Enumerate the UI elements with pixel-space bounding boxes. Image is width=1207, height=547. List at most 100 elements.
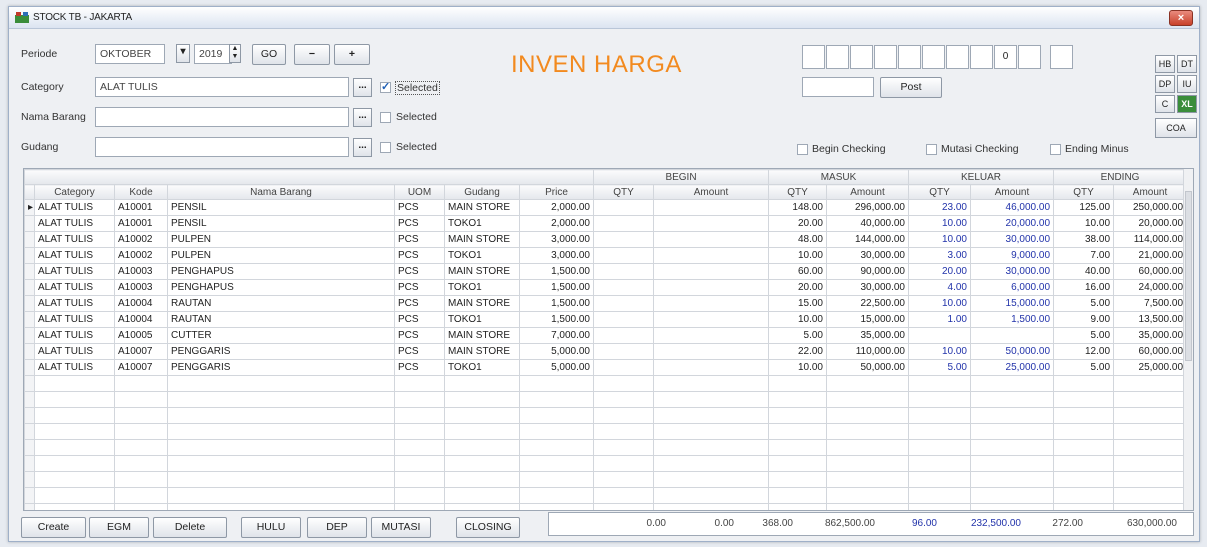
table-cell[interactable]: 60,000.00 <box>1113 263 1188 280</box>
entry-box[interactable] <box>922 45 945 69</box>
table-cell[interactable] <box>593 247 654 264</box>
table-cell[interactable] <box>653 247 769 264</box>
table-cell[interactable]: ALAT TULIS <box>34 247 115 264</box>
entry-box[interactable] <box>1018 45 1041 69</box>
table-cell[interactable]: 90,000.00 <box>826 263 909 280</box>
table-cell[interactable]: PCS <box>394 343 445 360</box>
hb-button[interactable]: HB <box>1155 55 1175 73</box>
table-cell[interactable]: ALAT TULIS <box>34 359 115 376</box>
column-header[interactable]: Amount <box>826 184 909 200</box>
table-cell[interactable]: 35,000.00 <box>1113 327 1188 344</box>
table-cell[interactable]: 10.00 <box>768 311 827 328</box>
table-cell[interactable]: MAIN STORE <box>444 231 520 248</box>
table-cell[interactable]: 10.00 <box>768 359 827 376</box>
table-cell[interactable]: A10003 <box>114 279 168 296</box>
table-cell[interactable]: PCS <box>394 263 445 280</box>
table-cell[interactable]: 7,000.00 <box>519 327 594 344</box>
table-cell[interactable]: A10007 <box>114 359 168 376</box>
selected-gudang-checkbox[interactable] <box>380 142 391 153</box>
table-cell[interactable]: PCS <box>394 359 445 376</box>
table-cell[interactable] <box>593 327 654 344</box>
table-cell[interactable]: PENSIL <box>167 199 395 216</box>
excel-icon[interactable]: XL <box>1177 95 1197 113</box>
table-cell[interactable] <box>593 359 654 376</box>
entry-box[interactable]: 0 <box>994 45 1017 69</box>
table-cell[interactable]: TOKO1 <box>444 215 520 232</box>
gudang-field[interactable] <box>95 137 349 157</box>
table-cell[interactable]: PENGGARIS <box>167 359 395 376</box>
table-cell[interactable]: 7,500.00 <box>1113 295 1188 312</box>
table-cell[interactable] <box>653 327 769 344</box>
column-header[interactable]: QTY <box>593 184 654 200</box>
table-cell[interactable] <box>653 215 769 232</box>
table-cell[interactable]: A10002 <box>114 247 168 264</box>
table-cell[interactable]: 30,000.00 <box>969 263 1055 280</box>
table-cell[interactable]: 296,000.00 <box>826 199 909 216</box>
table-cell[interactable]: 30,000.00 <box>826 279 909 296</box>
table-cell[interactable]: CUTTER <box>167 327 395 344</box>
table-row[interactable]: ALAT TULIS A10001 PENSIL PCS TOKO1 2,000.00 20… <box>24 215 1188 232</box>
table-cell[interactable]: 1,500.00 <box>519 311 594 328</box>
selected-category-checkbox[interactable] <box>380 80 391 93</box>
table-cell[interactable]: 1,500.00 <box>969 311 1055 328</box>
table-cell[interactable]: PCS <box>394 279 445 296</box>
mutasi-checking-checkbox[interactable] <box>926 144 937 155</box>
entry-box[interactable] <box>970 45 993 69</box>
table-cell[interactable]: TOKO1 <box>444 247 520 264</box>
gudang-browse-button[interactable]: ... <box>353 138 372 157</box>
table-cell[interactable]: 4.00 <box>908 279 971 296</box>
spinner-arrows-icon[interactable]: ▲ ▼ <box>229 44 241 63</box>
table-cell[interactable]: MAIN STORE <box>444 343 520 360</box>
table-cell[interactable] <box>593 199 654 216</box>
egm-button[interactable]: EGM <box>89 517 149 538</box>
table-cell[interactable]: 5.00 <box>908 359 971 376</box>
table-cell[interactable]: 30,000.00 <box>826 247 909 264</box>
table-row[interactable]: ALAT TULIS A10004 RAUTAN PCS TOKO1 1,500.00 10… <box>24 311 1188 328</box>
table-row[interactable]: ALAT TULIS A10002 PULPEN PCS TOKO1 3,000.00 10… <box>24 247 1188 264</box>
table-cell[interactable]: 7.00 <box>1053 247 1115 264</box>
table-cell[interactable]: 40.00 <box>1053 263 1115 280</box>
column-header[interactable]: QTY <box>1053 184 1115 200</box>
category-browse-button[interactable]: ... <box>353 78 372 97</box>
table-cell[interactable]: PCS <box>394 231 445 248</box>
table-cell[interactable]: ALAT TULIS <box>34 199 115 216</box>
nama-barang-field[interactable] <box>95 107 349 127</box>
table-cell[interactable]: 20.00 <box>768 279 827 296</box>
table-cell[interactable]: A10002 <box>114 231 168 248</box>
table-cell[interactable]: ALAT TULIS <box>34 311 115 328</box>
table-cell[interactable] <box>908 327 971 344</box>
year-spinner[interactable]: 2019 <box>194 44 232 64</box>
table-cell[interactable]: 20.00 <box>768 215 827 232</box>
table-cell[interactable]: 5.00 <box>1053 327 1115 344</box>
table-cell[interactable]: 20,000.00 <box>1113 215 1188 232</box>
table-cell[interactable]: 10.00 <box>1053 215 1115 232</box>
category-field[interactable]: ALAT TULIS <box>95 77 349 97</box>
column-header[interactable]: Nama Barang <box>167 184 395 200</box>
ending-minus-checkbox[interactable] <box>1050 144 1061 155</box>
table-cell[interactable]: 10.00 <box>908 215 971 232</box>
entry-box[interactable] <box>1050 45 1073 69</box>
table-cell[interactable]: 20.00 <box>908 263 971 280</box>
begin-checking-checkbox[interactable] <box>797 144 808 155</box>
table-row[interactable]: ALAT TULIS A10003 PENGHAPUS PCS MAIN STORE 1,… <box>24 263 1188 280</box>
table-cell[interactable]: 15.00 <box>768 295 827 312</box>
table-cell[interactable]: 2,000.00 <box>519 215 594 232</box>
table-cell[interactable] <box>653 343 769 360</box>
table-cell[interactable]: 21,000.00 <box>1113 247 1188 264</box>
table-cell[interactable]: 60.00 <box>768 263 827 280</box>
close-button[interactable]: × <box>1169 10 1193 26</box>
entry-box[interactable] <box>850 45 873 69</box>
table-cell[interactable]: PENGHAPUS <box>167 263 395 280</box>
entry-box[interactable] <box>874 45 897 69</box>
post-field[interactable] <box>802 77 874 97</box>
table-cell[interactable] <box>653 231 769 248</box>
table-cell[interactable]: A10001 <box>114 199 168 216</box>
table-cell[interactable]: 5,000.00 <box>519 343 594 360</box>
table-cell[interactable]: 12.00 <box>1053 343 1115 360</box>
table-cell[interactable] <box>653 311 769 328</box>
delete-button[interactable]: Delete <box>153 517 227 538</box>
column-header[interactable]: Kode <box>114 184 168 200</box>
table-cell[interactable]: 10.00 <box>908 343 971 360</box>
table-cell[interactable]: 15,000.00 <box>969 295 1055 312</box>
table-cell[interactable]: ALAT TULIS <box>34 343 115 360</box>
